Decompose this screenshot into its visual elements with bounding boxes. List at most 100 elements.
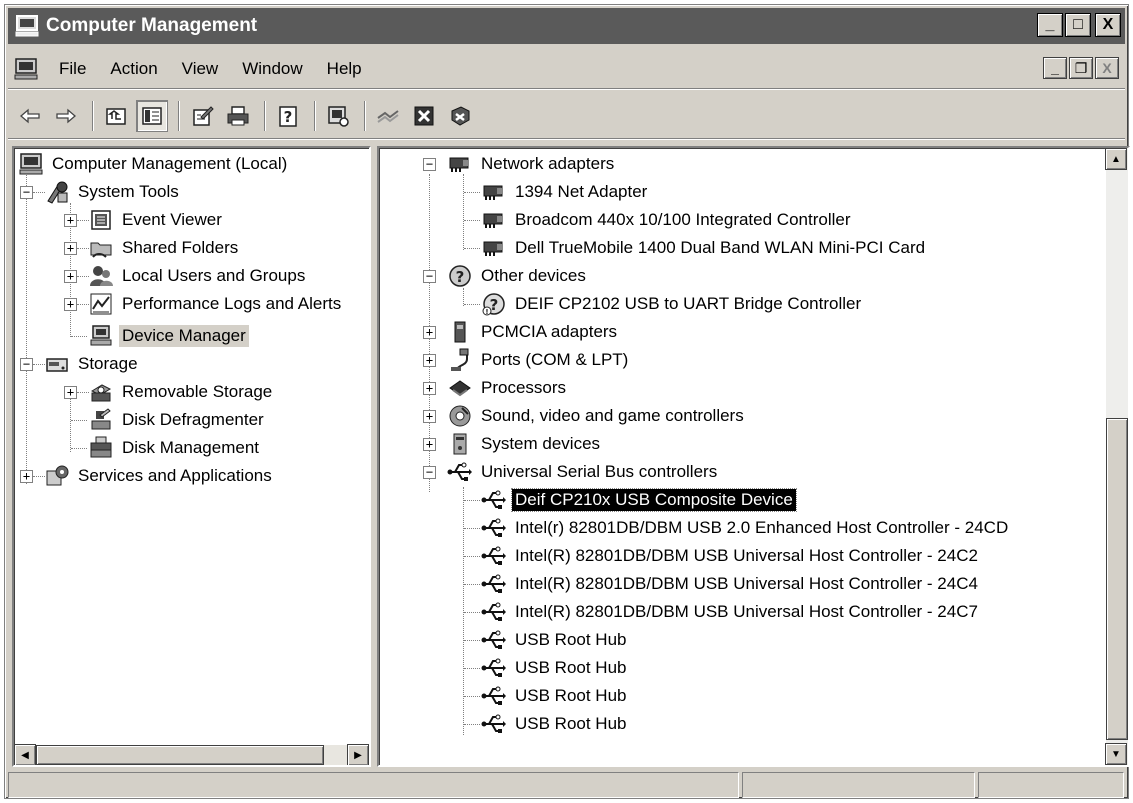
device-tree-pane[interactable]: − Network adapters 1394 Net Adapter Broa…	[377, 146, 1130, 767]
expand-toggle[interactable]: +	[64, 298, 77, 311]
tree-item-disk-management[interactable]: Disk Management	[88, 434, 262, 462]
device-usb-item[interactable]: USB Root Hub	[481, 654, 630, 682]
left-horizontal-scrollbar[interactable]: ◀ ▶	[14, 744, 369, 765]
menu-file[interactable]: File	[47, 59, 98, 79]
close-button[interactable]: X	[1095, 13, 1121, 37]
expand-toggle[interactable]: +	[423, 438, 436, 451]
help-button[interactable]: ?	[272, 100, 304, 132]
toolbar-separator	[364, 100, 366, 131]
forward-button[interactable]	[50, 100, 82, 132]
expand-toggle[interactable]: +	[423, 326, 436, 339]
collapse-toggle[interactable]: −	[20, 358, 33, 371]
uninstall-device-button[interactable]	[444, 100, 476, 132]
device-usb-item[interactable]: Intel(r) 82801DB/DBM USB 2.0 Enhanced Ho…	[481, 514, 1011, 542]
tree-item-removable-storage[interactable]: Removable Storage	[88, 378, 275, 406]
scroll-right-button[interactable]: ▶	[347, 744, 369, 765]
tree-item-event-viewer[interactable]: Event Viewer	[88, 206, 225, 234]
tree-item-disk-defragmenter[interactable]: Disk Defragmenter	[88, 406, 267, 434]
device-deif-uart[interactable]: ?! DEIF CP2102 USB to UART Bridge Contro…	[481, 290, 864, 318]
device-category-system-devices[interactable]: System devices	[447, 430, 603, 458]
tree-label: Dell TrueMobile 1400 Dual Band WLAN Mini…	[515, 238, 926, 257]
menu-window[interactable]: Window	[230, 59, 314, 79]
tree-label: Computer Management (Local)	[52, 154, 288, 173]
device-category-network-adapters[interactable]: Network adapters	[447, 150, 617, 178]
collapse-toggle[interactable]: −	[423, 158, 436, 171]
print-button[interactable]	[222, 100, 254, 132]
expand-toggle[interactable]: +	[64, 386, 77, 399]
scan-hardware-icon	[328, 105, 349, 127]
tree-item-local-users[interactable]: Local Users and Groups	[88, 262, 308, 290]
collapse-toggle[interactable]: −	[20, 186, 33, 199]
expand-toggle[interactable]: +	[64, 214, 77, 227]
menu-bar: File Action View Window Help _ ❐ X	[8, 49, 1125, 89]
menu-help[interactable]: Help	[315, 59, 374, 79]
tree-label: System Tools	[78, 182, 179, 201]
device-usb-item[interactable]: USB Root Hub	[481, 710, 630, 738]
expand-toggle[interactable]: +	[64, 270, 77, 283]
usb-icon	[481, 630, 506, 649]
right-vertical-scrollbar[interactable]: ▲ ▼	[1105, 148, 1128, 765]
device-category-usb-controllers[interactable]: Universal Serial Bus controllers	[447, 458, 720, 486]
device-usb-item[interactable]: USB Root Hub	[481, 682, 630, 710]
tree-connector	[464, 304, 480, 305]
expand-toggle[interactable]: +	[20, 470, 33, 483]
scroll-left-button[interactable]: ◀	[14, 744, 36, 765]
system-devices-icon	[453, 433, 467, 455]
tree-item-computer-management[interactable]: Computer Management (Local)	[18, 150, 290, 178]
back-button[interactable]	[14, 100, 46, 132]
tree-item-storage[interactable]: Storage	[44, 350, 141, 378]
device-1394-net-adapter[interactable]: 1394 Net Adapter	[481, 178, 650, 206]
tree-item-services-applications[interactable]: Services and Applications	[44, 462, 275, 490]
scroll-down-button[interactable]: ▼	[1105, 743, 1127, 765]
update-driver-button[interactable]	[372, 100, 404, 132]
toolbar-separator	[178, 100, 180, 131]
tree-item-device-manager[interactable]: Device Manager	[88, 322, 249, 350]
expand-toggle[interactable]: +	[64, 242, 77, 255]
device-category-pcmcia[interactable]: PCMCIA adapters	[447, 318, 620, 346]
device-category-sound[interactable]: Sound, video and game controllers	[447, 402, 747, 430]
mdi-close-button[interactable]: X	[1095, 57, 1119, 79]
scroll-up-button[interactable]: ▲	[1105, 148, 1127, 170]
console-tree-pane[interactable]: Computer Management (Local) − System Too…	[12, 146, 371, 767]
usb-icon	[447, 462, 472, 481]
device-category-ports[interactable]: Ports (COM & LPT)	[447, 346, 631, 374]
tree-label: Universal Serial Bus controllers	[481, 462, 718, 481]
device-usb-item[interactable]: Deif CP210x USB Composite Device	[481, 486, 797, 514]
maximize-button[interactable]: □	[1065, 13, 1091, 37]
properties-button[interactable]	[186, 100, 218, 132]
minimize-button[interactable]: _	[1037, 13, 1063, 37]
tree-item-shared-folders[interactable]: Shared Folders	[88, 234, 241, 262]
scan-hardware-button[interactable]	[322, 100, 354, 132]
menu-view[interactable]: View	[170, 59, 231, 79]
expand-toggle[interactable]: +	[423, 382, 436, 395]
mdi-minimize-button[interactable]: _	[1043, 57, 1067, 79]
mdi-restore-button[interactable]: ❐	[1069, 57, 1093, 79]
show-hide-tree-button[interactable]	[136, 99, 168, 132]
device-category-processors[interactable]: Processors	[447, 374, 569, 402]
device-usb-item[interactable]: Intel(R) 82801DB/DBM USB Universal Host …	[481, 542, 981, 570]
device-usb-item[interactable]: Intel(R) 82801DB/DBM USB Universal Host …	[481, 598, 981, 626]
scroll-thumb[interactable]	[36, 745, 324, 765]
properties-icon	[193, 105, 214, 126]
device-dell-wlan[interactable]: Dell TrueMobile 1400 Dual Band WLAN Mini…	[481, 234, 928, 262]
tree-connector	[71, 336, 87, 337]
menu-action[interactable]: Action	[98, 59, 169, 79]
forward-icon	[56, 108, 76, 123]
device-usb-item[interactable]: USB Root Hub	[481, 626, 630, 654]
collapse-toggle[interactable]: −	[423, 466, 436, 479]
expand-toggle[interactable]: +	[423, 410, 436, 423]
mmc-document-icon[interactable]	[13, 56, 39, 82]
title-bar[interactable]: Computer Management _ □ X	[8, 8, 1125, 44]
collapse-toggle[interactable]: −	[423, 270, 436, 283]
tree-item-system-tools[interactable]: System Tools	[44, 178, 182, 206]
device-usb-item[interactable]: Intel(R) 82801DB/DBM USB Universal Host …	[481, 570, 981, 598]
expand-toggle[interactable]: +	[423, 354, 436, 367]
disable-device-button[interactable]	[408, 100, 440, 132]
device-broadcom[interactable]: Broadcom 440x 10/100 Integrated Controll…	[481, 206, 853, 234]
tree-connector	[71, 420, 87, 421]
scroll-thumb[interactable]	[1106, 418, 1128, 740]
tree-label: USB Root Hub	[515, 658, 627, 677]
device-category-other-devices[interactable]: ? Other devices	[447, 262, 589, 290]
up-one-level-button[interactable]	[100, 100, 132, 132]
tree-item-performance-logs[interactable]: Performance Logs and Alerts	[88, 290, 344, 318]
